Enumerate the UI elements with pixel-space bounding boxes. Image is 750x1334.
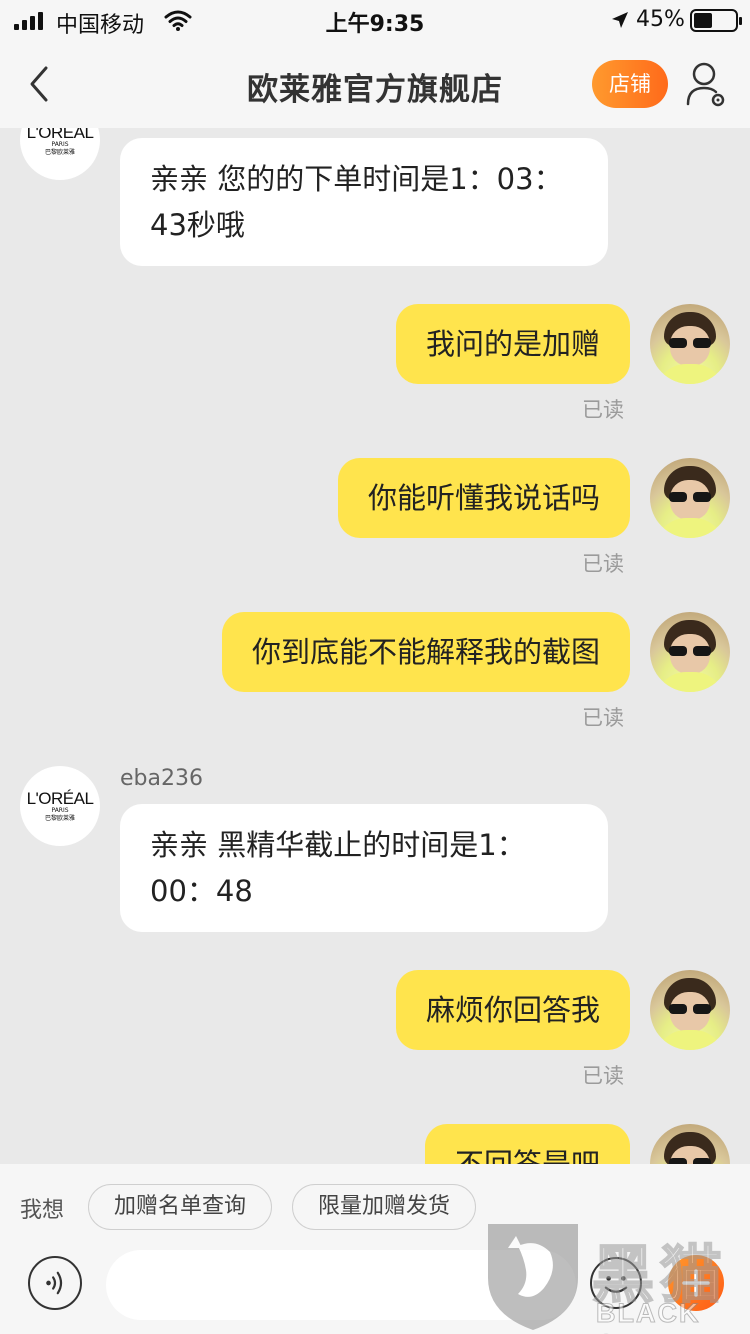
voice-input-icon[interactable] bbox=[28, 1256, 82, 1310]
message-text: 不回答是吧 bbox=[454, 1147, 600, 1164]
user-settings-icon[interactable] bbox=[684, 60, 728, 110]
message-text: 亲亲 您的的下单时间是1：03：43秒哦 bbox=[150, 162, 563, 242]
quick-reply-chip[interactable]: 限量加赠发货 bbox=[292, 1184, 476, 1230]
sender-name: eba236 bbox=[120, 766, 203, 791]
read-receipt: 已读 bbox=[582, 552, 624, 576]
message-text: 你到底能不能解释我的截图 bbox=[251, 635, 600, 669]
nav-bar: 欧莱雅官方旗舰店 店铺 bbox=[0, 42, 750, 128]
shop-button[interactable]: 店铺 bbox=[592, 60, 668, 108]
shop-avatar[interactable]: L'ORÉAL PARIS 巴黎欧莱雅 bbox=[20, 766, 100, 846]
message-bubble-user[interactable]: 我问的是加赠 bbox=[395, 304, 630, 384]
plus-icon[interactable] bbox=[668, 1255, 724, 1311]
shop-avatar[interactable]: L'ORÉAL PARIS 巴黎欧莱雅 bbox=[20, 128, 100, 180]
quick-reply-label: 我想 bbox=[20, 1198, 65, 1223]
input-bar bbox=[0, 1240, 750, 1334]
read-receipt: 已读 bbox=[582, 706, 624, 730]
message-bubble-user[interactable]: 你到底能不能解释我的截图 bbox=[221, 612, 630, 692]
message-bubble-shop[interactable]: 亲亲 您的的下单时间是1：03：43秒哦 bbox=[120, 138, 608, 266]
read-receipt: 已读 bbox=[582, 1064, 624, 1088]
quick-reply-chip[interactable]: 加赠名单查询 bbox=[88, 1184, 272, 1230]
battery-icon bbox=[690, 9, 742, 32]
message-bubble-user[interactable]: 麻烦你回答我 bbox=[395, 970, 630, 1050]
location-arrow-icon bbox=[612, 12, 628, 28]
user-avatar[interactable] bbox=[650, 304, 730, 384]
message-text: 亲亲 黑精华截止的时间是1：00：48 bbox=[150, 828, 526, 908]
emoji-icon[interactable] bbox=[590, 1257, 642, 1309]
user-avatar[interactable] bbox=[650, 458, 730, 538]
read-receipt: 已读 bbox=[582, 398, 624, 422]
user-avatar[interactable] bbox=[650, 612, 730, 692]
user-avatar[interactable] bbox=[650, 1124, 730, 1164]
message-text: 麻烦你回答我 bbox=[425, 993, 600, 1027]
user-avatar[interactable] bbox=[650, 970, 730, 1050]
message-text: 你能听懂我说话吗 bbox=[367, 481, 600, 515]
chat-area[interactable]: L'ORÉAL PARIS 巴黎欧莱雅 亲亲 您的的下单时间是1：03：43秒哦… bbox=[0, 128, 750, 1164]
status-bar: 中国移动 上午9:35 45% bbox=[0, 0, 750, 42]
message-input[interactable] bbox=[106, 1250, 576, 1320]
quick-reply-bar: 我想 加赠名单查询 限量加赠发货 bbox=[0, 1164, 750, 1240]
message-bubble-shop[interactable]: 亲亲 黑精华截止的时间是1：00：48 bbox=[120, 804, 608, 932]
message-bubble-user[interactable]: 你能听懂我说话吗 bbox=[337, 458, 630, 538]
battery-percent: 45% bbox=[636, 7, 685, 32]
message-text: 我问的是加赠 bbox=[425, 327, 600, 361]
message-bubble-user[interactable]: 不回答是吧 bbox=[424, 1124, 630, 1164]
